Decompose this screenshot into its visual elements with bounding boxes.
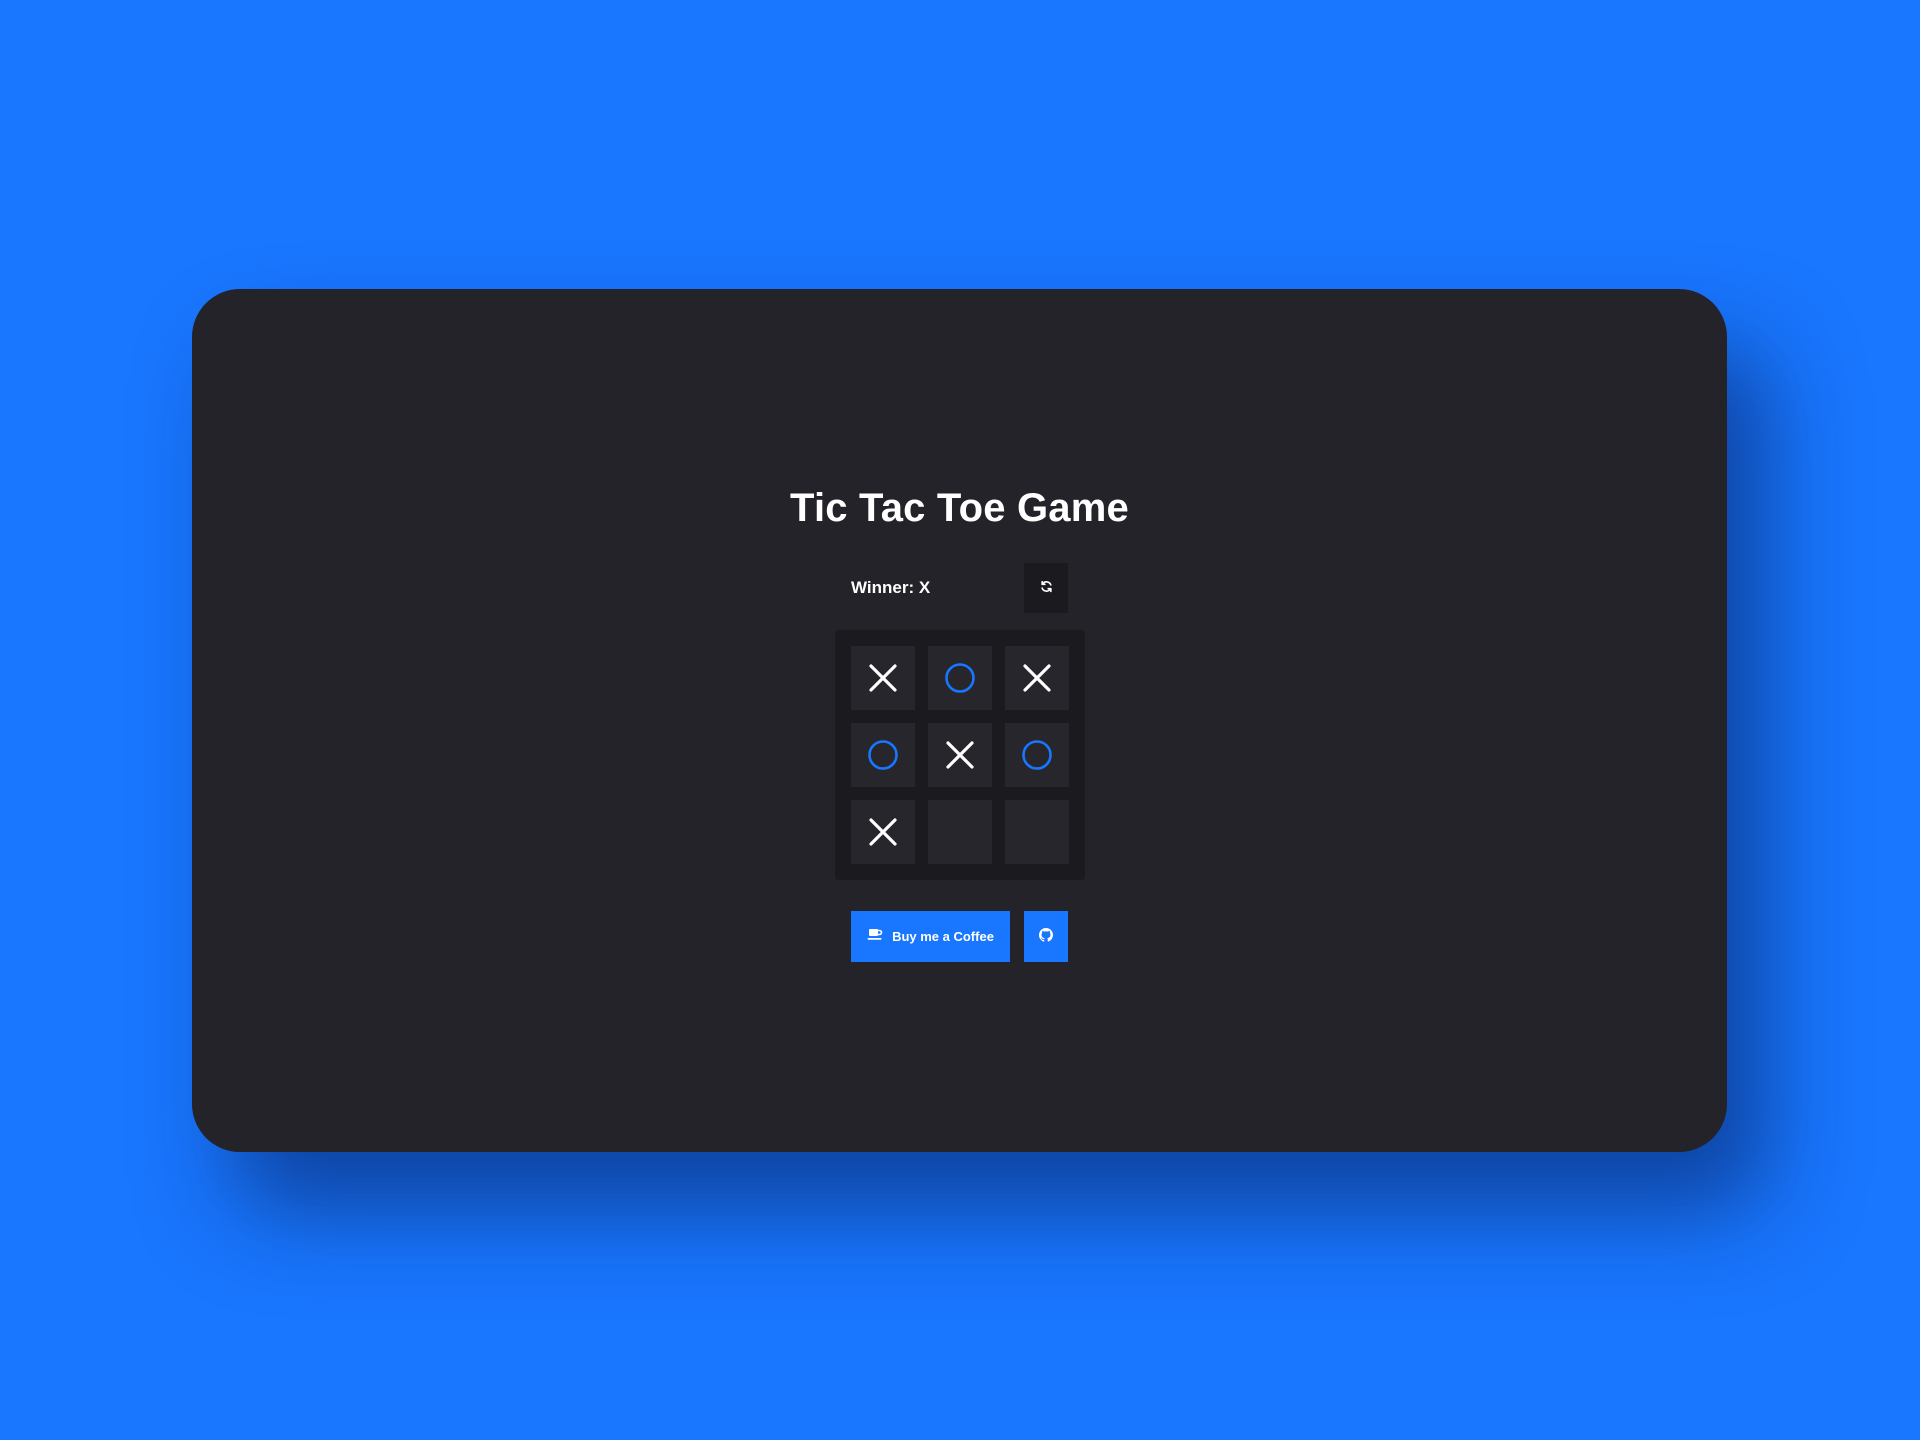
board-cell-2-2[interactable]	[928, 723, 992, 787]
game-card: Tic Tac Toe Game Winner: X Buy me a Coff…	[192, 289, 1727, 1152]
x-mark-icon	[1021, 662, 1053, 694]
board-cell-3-2[interactable]	[928, 800, 992, 864]
x-mark-icon	[867, 816, 899, 848]
status-row: Winner: X	[851, 563, 1068, 613]
board-cell-2-1[interactable]	[851, 723, 915, 787]
buy-me-a-coffee-button[interactable]: Buy me a Coffee	[851, 911, 1010, 962]
coffee-cup-icon	[867, 928, 883, 945]
reset-button[interactable]	[1024, 563, 1068, 613]
github-button[interactable]	[1024, 911, 1068, 962]
board-cell-2-3[interactable]	[1005, 723, 1069, 787]
github-icon	[1039, 928, 1053, 945]
o-mark-icon	[867, 739, 899, 771]
o-mark-icon	[944, 662, 976, 694]
game-board	[835, 630, 1085, 880]
o-mark-icon	[1021, 739, 1053, 771]
coffee-button-label: Buy me a Coffee	[892, 929, 994, 944]
board-cell-1-2[interactable]	[928, 646, 992, 710]
board-cell-1-3[interactable]	[1005, 646, 1069, 710]
winner-status: Winner: X	[851, 578, 931, 597]
board-cell-3-3[interactable]	[1005, 800, 1069, 864]
x-mark-icon	[944, 739, 976, 771]
board-cell-3-1[interactable]	[851, 800, 915, 864]
page-title: Tic Tac Toe Game	[790, 486, 1129, 530]
refresh-icon	[1040, 580, 1053, 596]
board-cell-1-1[interactable]	[851, 646, 915, 710]
page-background: Tic Tac Toe Game Winner: X Buy me a Coff…	[0, 0, 1920, 1440]
x-mark-icon	[867, 662, 899, 694]
